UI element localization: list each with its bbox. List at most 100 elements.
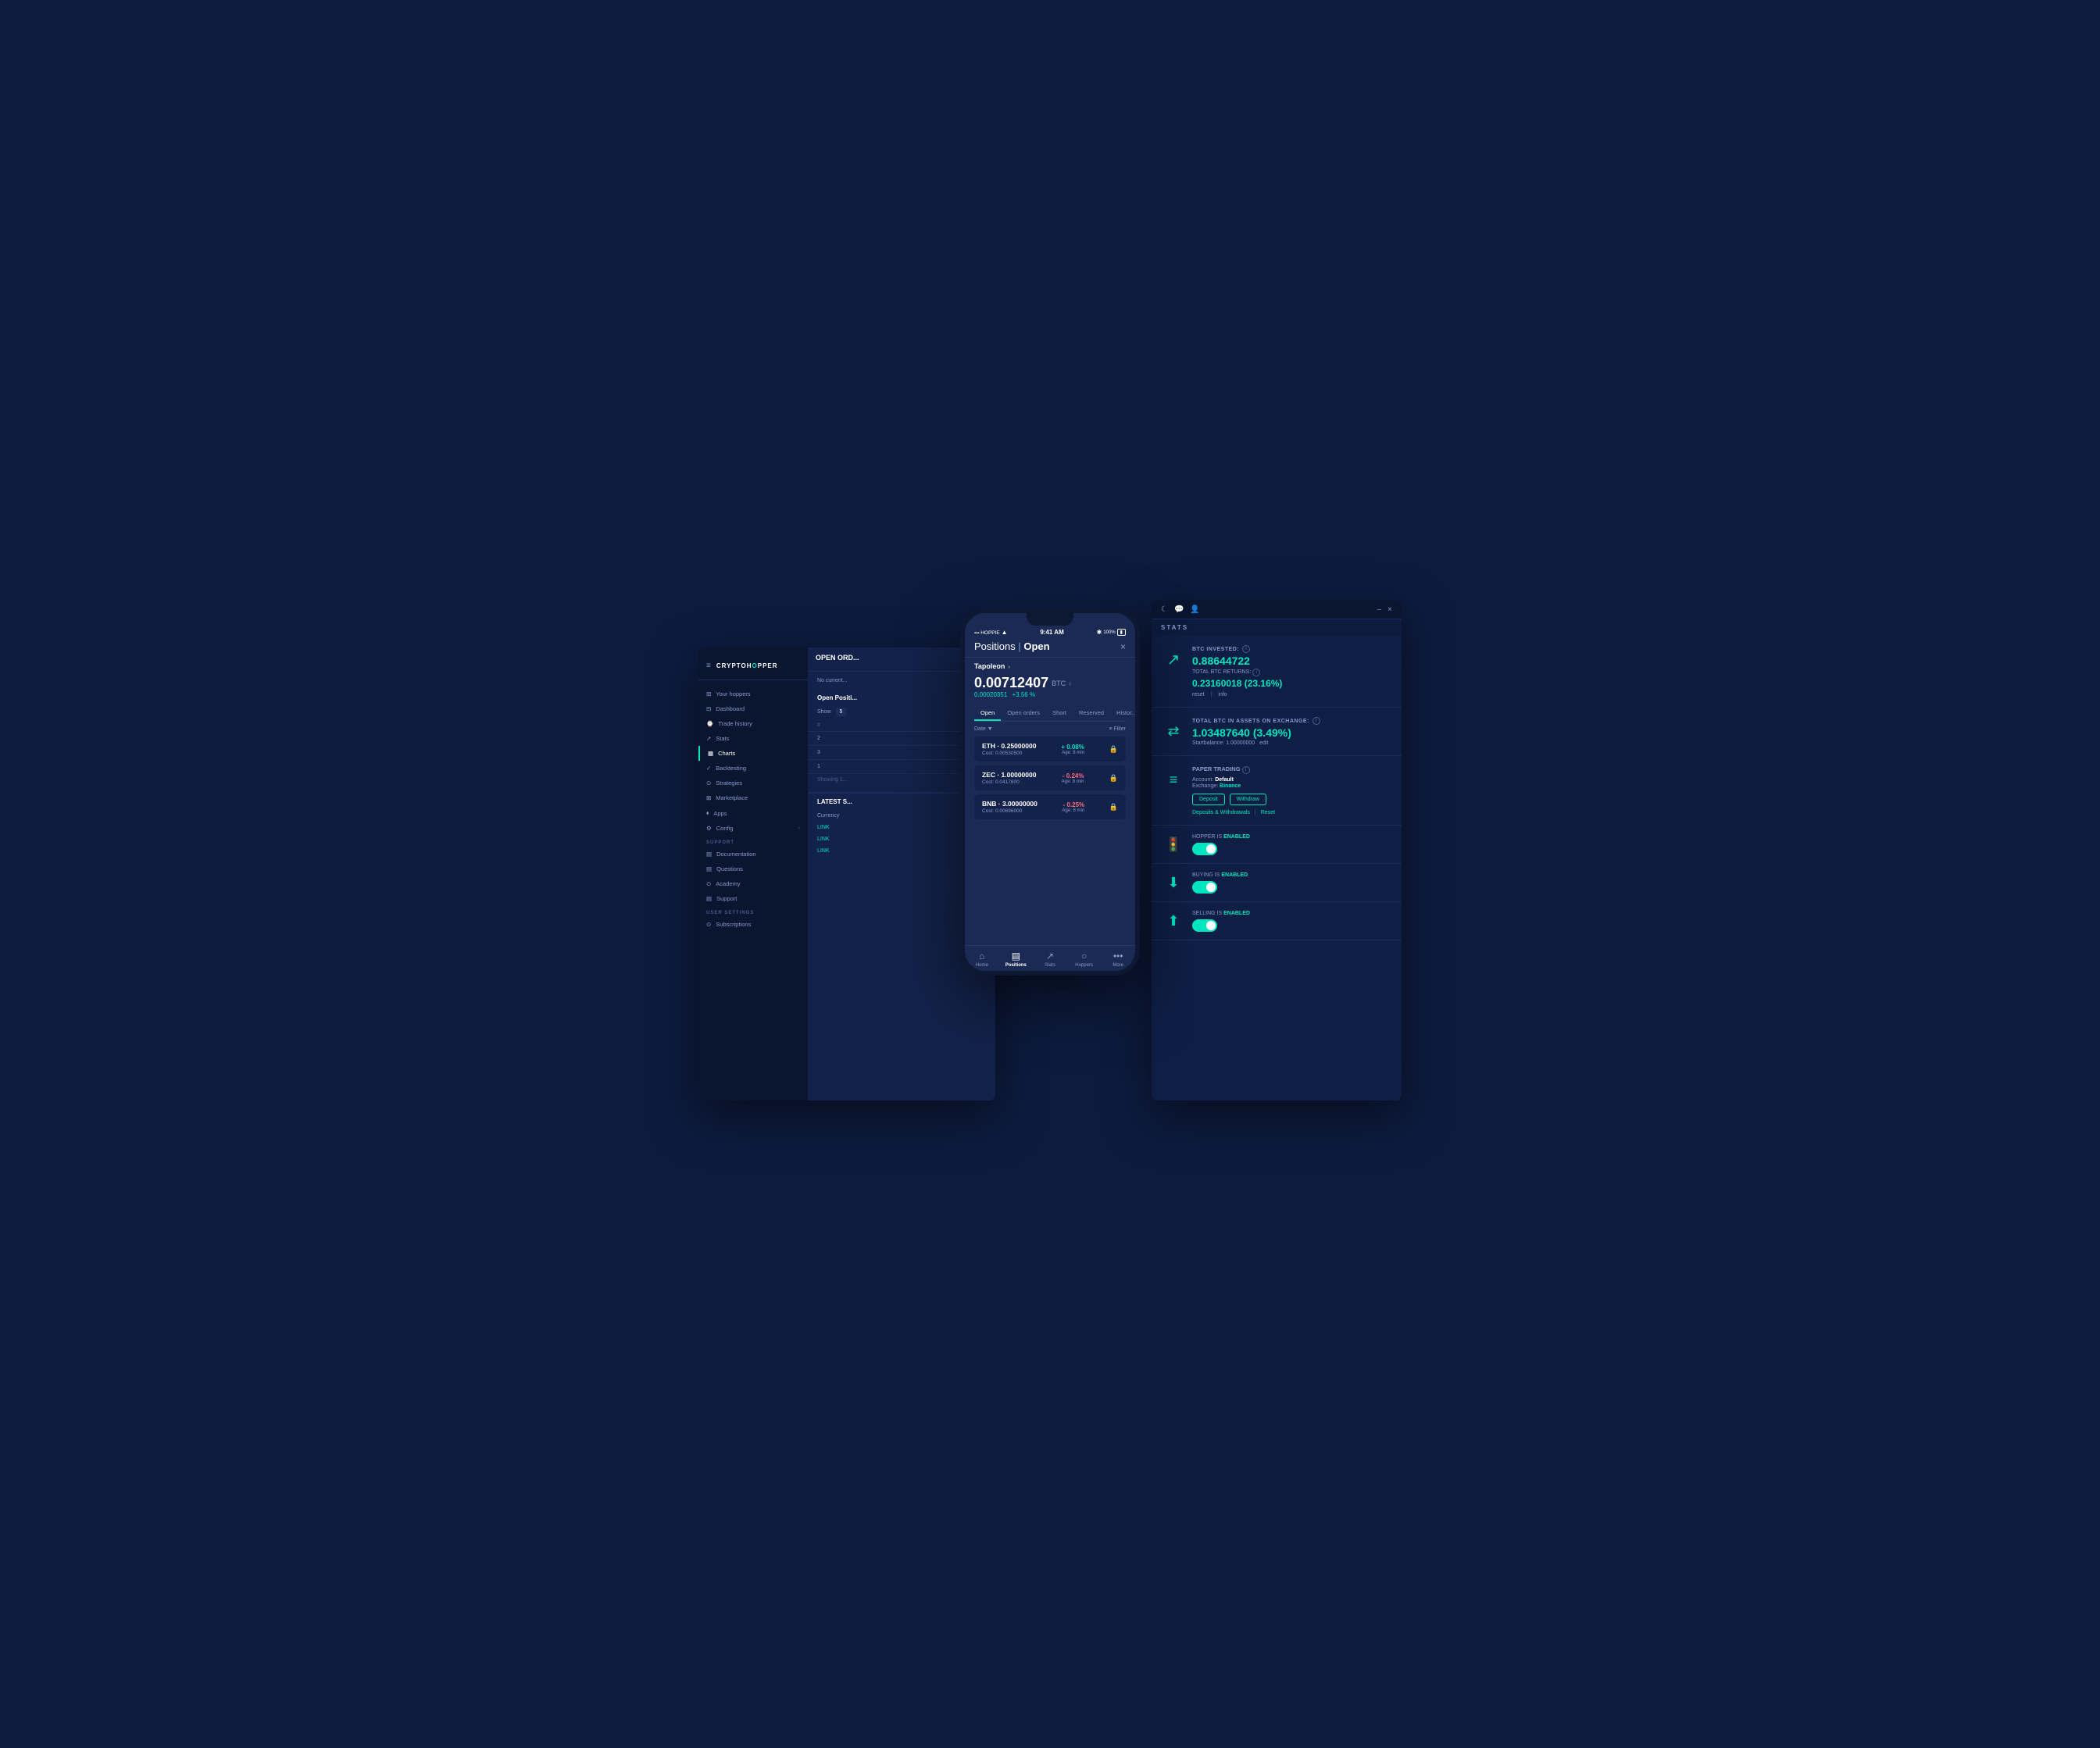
pos-cost-zec: Cost: 0.0417800 <box>982 779 1036 785</box>
chat-icon[interactable]: 💬 <box>1174 605 1184 614</box>
more-icon: ••• <box>1113 951 1123 961</box>
info-icon[interactable]: i <box>1242 645 1250 653</box>
chevron-icon: › <box>1008 663 1010 670</box>
pos-coin-eth: ETH · 0.25000000 <box>982 742 1036 750</box>
sidebar-item-your-hoppers[interactable]: ⊞ Your hoppers <box>698 687 808 701</box>
tab-history[interactable]: Histor... <box>1110 706 1135 721</box>
sidebar-item-subscriptions[interactable]: ⊙ Subscriptions <box>698 917 808 932</box>
edit-link[interactable]: edit <box>1259 740 1268 746</box>
buying-enabled-block: ⬇ BUYING IS ENABLED <box>1152 864 1402 902</box>
sidebar-item-support[interactable]: ▤ Support <box>698 891 808 906</box>
filter-button[interactable]: ≡ Filter <box>1109 726 1126 732</box>
nav-positions[interactable]: ▤ Positions <box>999 951 1034 968</box>
nav-more[interactable]: ••• More <box>1101 951 1135 968</box>
sidebar-item-backtesting[interactable]: ✓ Backtesting <box>698 761 808 776</box>
sidebar-item-dashboard[interactable]: ⊟ Dashboard <box>698 701 808 716</box>
tab-open[interactable]: Open <box>974 706 1001 721</box>
sidebar-item-questions[interactable]: ▤ Questions <box>698 862 808 876</box>
deposits-withdrawals-link[interactable]: Deposits & Withdrawals <box>1192 810 1250 815</box>
info-icon-3[interactable]: i <box>1312 717 1320 725</box>
position-card-bnb[interactable]: BNB · 3.00000000 Cost: 0.00696000 - 0.25… <box>974 794 1126 819</box>
hamburger-icon[interactable]: ≡ <box>706 662 712 670</box>
nav-home[interactable]: ⌂ Home <box>965 951 999 968</box>
moon-icon[interactable]: ☾ <box>1161 605 1168 614</box>
questions-icon: ▤ <box>706 865 712 872</box>
stats-nav-icon: ↗ <box>1046 951 1054 961</box>
stats-title-bar: STATS <box>1152 619 1402 636</box>
trade-history-icon: ⌚ <box>706 720 713 727</box>
sidebar: ≡ CRYPTOHCRYPTOHOPPEROPPER ⊞ Your hopper… <box>698 647 808 1101</box>
phone-carrier: ▪▪▪ HOPPIE ▲ <box>974 629 1008 636</box>
stats-topbar: ☾ 💬 👤 – × <box>1152 601 1402 619</box>
sidebar-item-stats[interactable]: ↗ Stats <box>698 731 808 746</box>
paper-account: Account: Default <box>1192 777 1391 783</box>
reset-link[interactable]: reset <box>1192 692 1205 697</box>
trend-icon: ↗ <box>1162 648 1184 670</box>
deposit-btn[interactable]: Deposit <box>1192 794 1225 805</box>
paper-exchange: Exchange: Binance <box>1192 783 1391 789</box>
home-icon: ⌂ <box>979 951 984 961</box>
deposits-row: Deposits & Withdrawals | Reset <box>1192 810 1391 815</box>
pos-age-bnb: Age: 8 min <box>1062 808 1084 813</box>
btc-assets-block: ⇄ TOTAL BTC IN ASSETS ON EXCHANGE: i 1.0… <box>1152 708 1402 756</box>
pos-change-bnb: - 0.25% <box>1062 801 1084 808</box>
btc-invested-block: ↗ BTC INVESTED: i 0.88644722 TOTAL BTC R… <box>1152 636 1402 708</box>
tab-short[interactable]: Short <box>1046 706 1073 721</box>
tab-open-orders[interactable]: Open orders <box>1001 706 1046 721</box>
phone-screen: ▪▪▪ HOPPIE ▲ 9:41 AM ✱ 100% ▮ Positions … <box>965 613 1135 971</box>
phone-title: Positions | Open <box>974 640 1050 652</box>
withdraw-btn[interactable]: Withdraw <box>1230 794 1266 805</box>
buying-toggle[interactable] <box>1192 881 1217 894</box>
sidebar-item-trade-history[interactable]: ⌚ Trade history <box>698 716 808 731</box>
sidebar-item-charts[interactable]: ▦ Charts <box>698 746 808 761</box>
total-btc-returns-value: 0.23160018 (23.16%) <box>1192 678 1391 689</box>
sidebar-item-marketplace[interactable]: ⊠ Marketplace <box>698 790 808 805</box>
nav-stats[interactable]: ↗ Stats <box>1033 951 1067 968</box>
sidebar-item-config[interactable]: ⚙ Config › <box>698 821 808 836</box>
btc-invested-label: BTC INVESTED: i <box>1192 645 1391 653</box>
phone-close-icon[interactable]: × <box>1120 641 1126 652</box>
tab-reserved[interactable]: Reserved <box>1073 706 1110 721</box>
date-sort[interactable]: Date ▼ <box>974 726 993 732</box>
filter-icon: ≡ <box>1109 726 1112 732</box>
sidebar-item-documentation[interactable]: ▤ Documentation <box>698 847 808 862</box>
pos-cost-eth: Cost: 0.00530500 <box>982 751 1036 756</box>
pos-change-zec: - 0.24% <box>1062 772 1084 779</box>
sidebar-item-apps[interactable]: ⬧ Apps <box>698 805 808 821</box>
sidebar-logo: ≡ CRYPTOHCRYPTOHOPPEROPPER <box>698 655 808 680</box>
phone: ▪▪▪ HOPPIE ▲ 9:41 AM ✱ 100% ▮ Positions … <box>960 608 1140 976</box>
sidebar-item-strategies[interactable]: ⊙ Strategies <box>698 776 808 790</box>
config-icon: ⚙ <box>706 825 712 832</box>
apps-icon: ⬧ <box>706 809 709 817</box>
sidebar-item-academy[interactable]: ⊙ Academy <box>698 876 808 891</box>
phone-header: Positions | Open × <box>965 637 1135 658</box>
start-balance: Startbalance: 1.00000000 edit <box>1192 740 1391 746</box>
stats-icon: ↗ <box>706 735 711 742</box>
lock-icon-bnb: 🔒 <box>1109 803 1118 812</box>
info-link[interactable]: info <box>1218 692 1227 697</box>
pos-coin-zec: ZEC · 1.00000000 <box>982 771 1036 779</box>
position-card-eth[interactable]: ETH · 0.25000000 Cost: 0.00530500 + 0.08… <box>974 737 1126 762</box>
paper-trading-block: ≡ PAPER TRADING i Account: Default Excha… <box>1152 756 1402 826</box>
paper-trading-title: PAPER TRADING i <box>1192 765 1391 774</box>
pos-age-eth: Age: 8 min <box>1061 751 1084 755</box>
selling-toggle[interactable] <box>1192 919 1217 932</box>
hoppers-nav-icon: ○ <box>1081 951 1087 961</box>
nav-hoppers[interactable]: ○ Hoppers <box>1067 951 1102 968</box>
buying-status-label: BUYING IS ENABLED <box>1192 872 1391 878</box>
pos-change-eth: + 0.08% <box>1061 744 1084 751</box>
close-btn[interactable]: × <box>1388 605 1392 614</box>
stats-panel: ☾ 💬 👤 – × STATS ↗ BTC INVESTED: i 0.8864… <box>1152 601 1402 1101</box>
lock-icon-eth: 🔒 <box>1109 745 1118 754</box>
position-card-zec[interactable]: ZEC · 1.00000000 Cost: 0.0417800 - 0.24%… <box>974 765 1126 790</box>
info-icon-4[interactable]: i <box>1242 766 1250 774</box>
minimize-btn[interactable]: – <box>1377 605 1382 614</box>
phone-time: 9:41 AM <box>1040 629 1063 636</box>
user-icon[interactable]: 👤 <box>1190 605 1199 614</box>
hopper-toggle[interactable] <box>1192 843 1217 855</box>
reset-link-2[interactable]: Reset <box>1261 810 1275 815</box>
phone-bottom-nav: ⌂ Home ▤ Positions ↗ Stats ○ Hoppers ••• <box>965 945 1135 971</box>
hopper-name: Tapoleon › <box>974 662 1126 670</box>
info-icon-2[interactable]: i <box>1252 669 1260 676</box>
download-icon: ⬇ <box>1162 872 1184 894</box>
